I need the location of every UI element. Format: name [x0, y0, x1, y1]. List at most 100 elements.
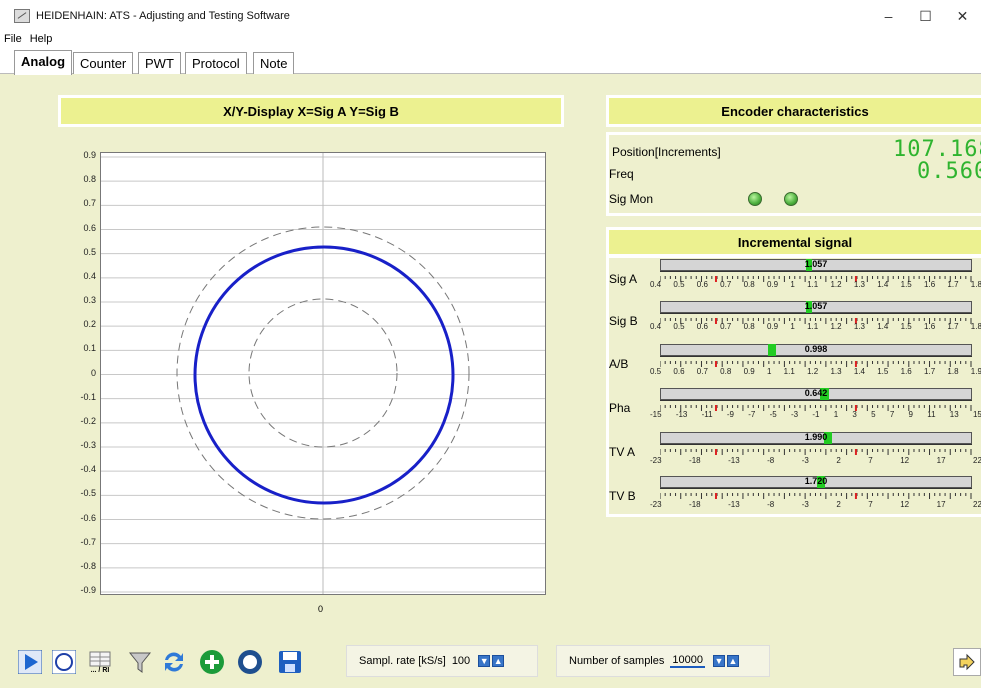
signal-tick-labels: -23 -18 -13 -8 -3 2 7 12 17 22 — [650, 500, 981, 509]
signal-tick-label: 1 — [790, 322, 795, 331]
signal-tick-label: 12 — [900, 456, 910, 465]
signal-tick-label: -13 — [675, 410, 688, 419]
filter-button[interactable] — [126, 648, 154, 676]
play-icon — [18, 650, 42, 674]
signal-tick-label: 22 — [973, 500, 981, 509]
signal-tick-label: 0.4 — [650, 280, 662, 289]
exit-arrow-icon — [959, 653, 975, 671]
refresh-button[interactable] — [160, 648, 188, 676]
save-button[interactable] — [276, 648, 304, 676]
signal-tick-label: 0.5 — [673, 280, 685, 289]
table-icon — [89, 651, 111, 666]
signal-tick-label: -13 — [728, 456, 740, 465]
signal-bar: 1.720 — [660, 476, 972, 488]
signal-tick-label: 0.6 — [696, 280, 708, 289]
signal-tick-labels: 0.4 0.5 0.6 0.7 0.8 0.9 1 1.1 1.2 1.3 1.4 1.5 1.6 1.7… — [650, 322, 981, 331]
freq-label: Freq — [609, 167, 634, 181]
num-samples-down-button[interactable]: ▼ — [712, 655, 725, 667]
minimize-button[interactable]: – — [870, 0, 907, 32]
incremental-title: Incremental signal — [737, 234, 853, 250]
signal-label: Sig B — [609, 314, 638, 328]
sampl-rate-down-button[interactable]: ▼ — [478, 655, 491, 667]
plus-icon — [200, 650, 224, 674]
y-tick-label: 0.6 — [83, 222, 96, 233]
tab-analog[interactable]: Analog — [14, 50, 73, 75]
y-tick-label: 0 — [90, 367, 96, 378]
y-tick-label: -0.7 — [80, 536, 96, 547]
signal-tick-label: 22 — [973, 456, 981, 465]
sampl-rate-value[interactable]: 100 — [452, 655, 470, 667]
sigmon-label: Sig Mon — [609, 192, 654, 206]
signal-tick-label: -8 — [767, 500, 775, 509]
tab-pwt[interactable]: PWT — [138, 52, 181, 74]
signal-tick-label: 9 — [908, 410, 913, 419]
signal-tick-label: 0.9 — [766, 280, 779, 289]
x-axis-tick: 0 — [318, 604, 324, 614]
signal-tick-label: 5 — [871, 410, 876, 419]
signal-label: Pha — [609, 401, 631, 415]
signal-bar: 0.998 — [660, 344, 972, 356]
signal-tick-label: 1.9 — [970, 367, 981, 376]
xy-plot — [100, 152, 546, 595]
signal-tick-label: 7 — [868, 456, 873, 465]
sigmon-led-1 — [748, 192, 762, 206]
tab-counter[interactable]: Counter — [73, 52, 134, 74]
signal-tick-label: 1.8 — [970, 280, 981, 289]
signal-tick-label: -23 — [650, 500, 662, 509]
y-tick-label: 0.2 — [83, 319, 96, 330]
signal-tick-label: 1.4 — [877, 322, 889, 331]
xy-display-header: X/Y-Display X=Sig A Y=Sig B — [58, 95, 564, 127]
y-tick-label: -0.4 — [80, 464, 96, 475]
signal-tick-label: 1.2 — [830, 322, 842, 331]
signal-tick-label: 12 — [900, 500, 910, 509]
signal-tick-label: 1.1 — [807, 322, 819, 331]
num-samples-up-button[interactable]: ▲ — [726, 655, 739, 667]
signal-tick-label: 1.3 — [853, 322, 865, 331]
y-tick-label: 0.3 — [83, 295, 96, 305]
sampl-rate-up-button[interactable]: ▲ — [492, 655, 505, 667]
menu-file[interactable]: File — [4, 33, 22, 45]
signal-tick-label: 3 — [852, 410, 857, 419]
signal-scale — [659, 400, 972, 411]
signal-tick-label: 1.4 — [877, 280, 889, 289]
tab-bar: Analog Counter PWT Protocol Note — [0, 46, 981, 75]
sampl-rate-group: Sampl. rate [kS/s] 100 ▼ ▲ — [346, 645, 538, 677]
signal-label: A/B — [609, 357, 629, 371]
tab-protocol[interactable]: Protocol — [185, 52, 247, 74]
ri-button[interactable]: ... / RI — [86, 648, 114, 676]
exit-button[interactable] — [953, 648, 981, 676]
signal-tick-label: -5 — [769, 410, 777, 419]
signal-tick-label: 0.7 — [696, 367, 708, 376]
y-tick-label: -0.5 — [80, 488, 96, 499]
add-button[interactable] — [198, 648, 226, 676]
signal-bar: 1.990 — [660, 432, 972, 444]
signal-tick-label: 0.5 — [673, 322, 685, 331]
signal-scale-ticks — [659, 449, 972, 455]
signal-tick-label: -11 — [701, 410, 713, 419]
xy-plot-svg — [101, 153, 545, 594]
app-icon — [14, 9, 30, 23]
signal-tick-label: 11 — [927, 410, 936, 419]
maximize-button[interactable]: ☐ — [907, 0, 944, 32]
ring-icon — [238, 650, 262, 674]
signal-tick-label: -9 — [726, 410, 734, 419]
signal-tick-label: -18 — [689, 456, 701, 465]
close-button[interactable]: ✕ — [944, 0, 981, 32]
circle-icon — [52, 650, 76, 674]
signal-tick-label: 1 — [790, 280, 795, 289]
circle-mode-button[interactable] — [50, 648, 78, 676]
tab-note[interactable]: Note — [253, 52, 295, 74]
signal-tick-label: 13 — [949, 410, 959, 419]
play-button[interactable] — [16, 648, 44, 676]
y-tick-label: 0.9 — [83, 150, 96, 160]
ring-button[interactable] — [236, 648, 264, 676]
num-samples-value[interactable]: 10000 — [670, 654, 705, 668]
signal-scale — [659, 313, 972, 324]
signal-scale — [659, 488, 972, 499]
signal-label: Sig A — [609, 272, 638, 286]
menu-help[interactable]: Help — [30, 33, 53, 45]
signal-tick-label: 1.6 — [924, 280, 936, 289]
y-tick-label: -0.9 — [80, 585, 96, 595]
xy-display-title: X/Y-Display X=Sig A Y=Sig B — [223, 103, 399, 119]
signal-tick-label: 1.3 — [853, 280, 865, 289]
